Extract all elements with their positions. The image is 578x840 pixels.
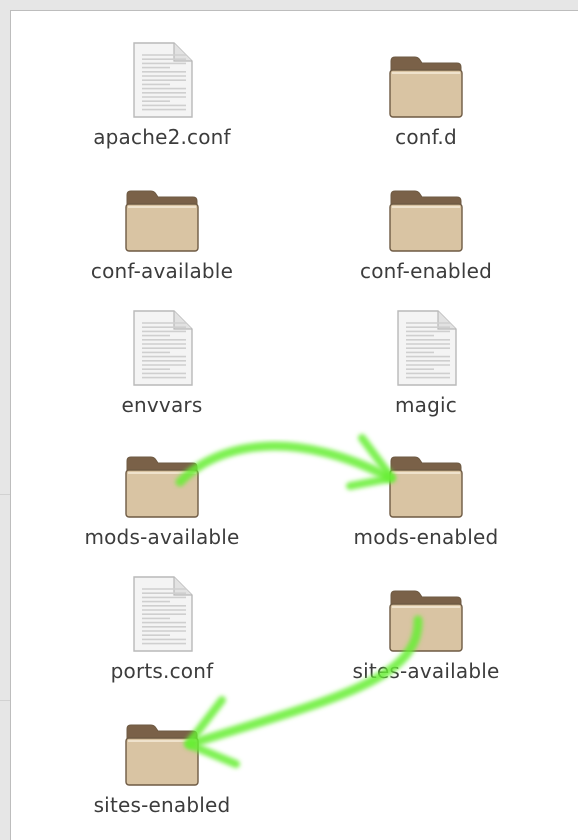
folder-item-conf-available[interactable]: conf-available <box>47 171 277 291</box>
folder-item-conf-enabled[interactable]: conf-enabled <box>311 171 541 291</box>
folder-icon <box>385 571 467 653</box>
icon-grid: apache2.conf conf.d conf-available conf-… <box>11 11 578 840</box>
file-item-label: apache2.conf <box>93 125 231 149</box>
folder-icon <box>385 171 467 253</box>
file-item-apache2-conf[interactable]: apache2.conf <box>47 37 277 157</box>
folder-item-label: mods-enabled <box>353 525 499 549</box>
folder-item-mods-enabled[interactable]: mods-enabled <box>311 437 541 557</box>
file-item-magic[interactable]: magic <box>311 305 541 425</box>
left-edge-divider <box>0 494 10 495</box>
file-item-label: magic <box>395 393 457 417</box>
file-item-envvars[interactable]: envvars <box>47 305 277 425</box>
folder-item-label: mods-available <box>84 525 240 549</box>
folder-item-label: conf-enabled <box>360 259 492 283</box>
left-edge-divider <box>0 700 10 701</box>
file-item-label: envvars <box>121 393 203 417</box>
folder-icon <box>121 171 203 253</box>
folder-icon <box>121 705 203 787</box>
folder-icon <box>385 37 467 119</box>
text-file-icon <box>385 305 467 387</box>
file-item-ports-conf[interactable]: ports.conf <box>47 571 277 691</box>
folder-icon <box>121 437 203 519</box>
folder-item-sites-available[interactable]: sites-available <box>311 571 541 691</box>
folder-item-label: conf.d <box>395 125 457 149</box>
folder-item-conf-d[interactable]: conf.d <box>311 37 541 157</box>
folder-item-label: sites-enabled <box>93 793 231 817</box>
text-file-icon <box>121 571 203 653</box>
text-file-icon <box>121 305 203 387</box>
folder-item-sites-enabled[interactable]: sites-enabled <box>47 705 277 825</box>
file-item-label: ports.conf <box>110 659 214 683</box>
folder-item-label: conf-available <box>90 259 234 283</box>
folder-icon <box>385 437 467 519</box>
folder-item-mods-available[interactable]: mods-available <box>47 437 277 557</box>
file-manager-view: apache2.conf conf.d conf-available conf-… <box>10 10 578 840</box>
text-file-icon <box>121 37 203 119</box>
folder-item-label: sites-available <box>352 659 500 683</box>
